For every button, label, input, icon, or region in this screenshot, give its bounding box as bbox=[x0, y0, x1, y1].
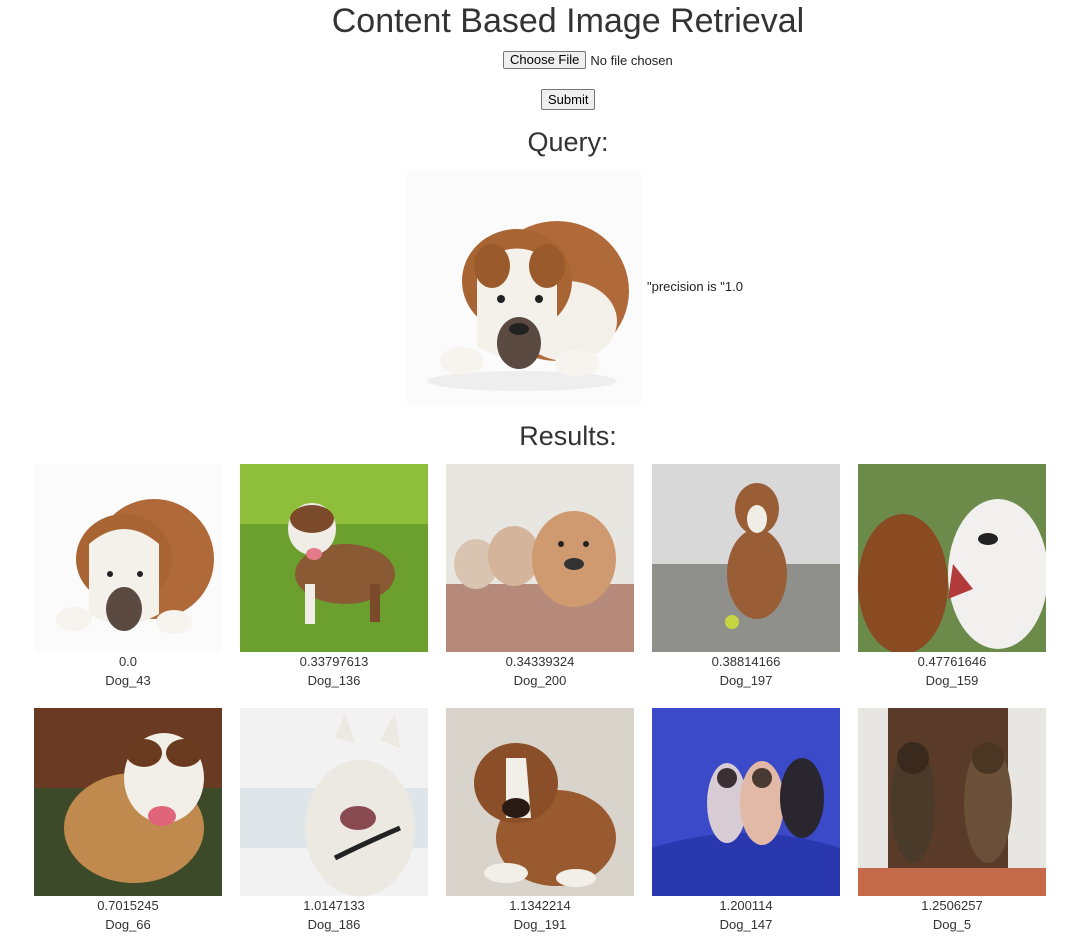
result-score: 1.200114 bbox=[719, 898, 773, 913]
result-score: 1.1342214 bbox=[509, 898, 571, 913]
result-image[interactable] bbox=[446, 708, 634, 896]
result-label: Dog_197 bbox=[719, 673, 773, 688]
result-score: 1.2506257 bbox=[921, 898, 983, 913]
result-item[interactable]: 0.34339324 Dog_200 bbox=[446, 464, 634, 689]
result-item[interactable]: 0.7015245 Dog_66 bbox=[34, 708, 222, 933]
result-label: Dog_147 bbox=[719, 917, 773, 932]
result-label: Dog_136 bbox=[307, 673, 361, 688]
result-score: 0.7015245 bbox=[97, 898, 159, 913]
result-image[interactable] bbox=[34, 708, 222, 896]
result-image[interactable] bbox=[858, 708, 1046, 896]
result-image[interactable] bbox=[858, 464, 1046, 652]
result-item[interactable]: 0.33797613 Dog_136 bbox=[240, 464, 428, 689]
result-item[interactable]: 0.47761646 Dog_159 bbox=[858, 464, 1046, 689]
result-label: Dog_200 bbox=[513, 673, 567, 688]
result-item[interactable]: 1.1342214 Dog_191 bbox=[446, 708, 634, 933]
result-image[interactable] bbox=[34, 464, 222, 652]
result-label: Dog_5 bbox=[932, 917, 972, 932]
file-status-text: No file chosen bbox=[590, 52, 673, 68]
result-score: 0.38814166 bbox=[711, 654, 781, 669]
result-score: 0.47761646 bbox=[917, 654, 987, 669]
result-score: 0.33797613 bbox=[299, 654, 369, 669]
file-upload: Choose File No file chosen bbox=[503, 51, 673, 69]
result-score: 0.34339324 bbox=[505, 654, 575, 669]
result-item[interactable]: 1.0147133 Dog_186 bbox=[240, 708, 428, 933]
result-label: Dog_66 bbox=[105, 917, 151, 932]
result-item[interactable]: 0.38814166 Dog_197 bbox=[652, 464, 840, 689]
result-score: 1.0147133 bbox=[303, 898, 365, 913]
result-label: Dog_191 bbox=[513, 917, 567, 932]
result-label: Dog_43 bbox=[105, 673, 151, 688]
result-image[interactable] bbox=[446, 464, 634, 652]
result-item[interactable]: 1.200114 Dog_147 bbox=[652, 708, 840, 933]
query-image bbox=[407, 171, 641, 405]
result-score: 0.0 bbox=[118, 654, 138, 669]
result-image[interactable] bbox=[240, 708, 428, 896]
result-image[interactable] bbox=[652, 708, 840, 896]
result-image[interactable] bbox=[652, 464, 840, 652]
precision-text: "precision is "1.0 bbox=[647, 279, 743, 294]
submit-button[interactable]: Submit bbox=[541, 89, 596, 110]
result-image[interactable] bbox=[240, 464, 428, 652]
choose-file-button[interactable]: Choose File bbox=[503, 51, 587, 69]
result-item[interactable]: 1.2506257 Dog_5 bbox=[858, 708, 1046, 933]
results-heading: Results: bbox=[519, 421, 617, 451]
result-label: Dog_159 bbox=[925, 673, 979, 688]
query-heading: Query: bbox=[527, 127, 609, 157]
result-label: Dog_186 bbox=[307, 917, 361, 932]
result-item[interactable]: 0.0 Dog_43 bbox=[34, 464, 222, 689]
page-title: Content Based Image Retrieval bbox=[331, 2, 805, 40]
